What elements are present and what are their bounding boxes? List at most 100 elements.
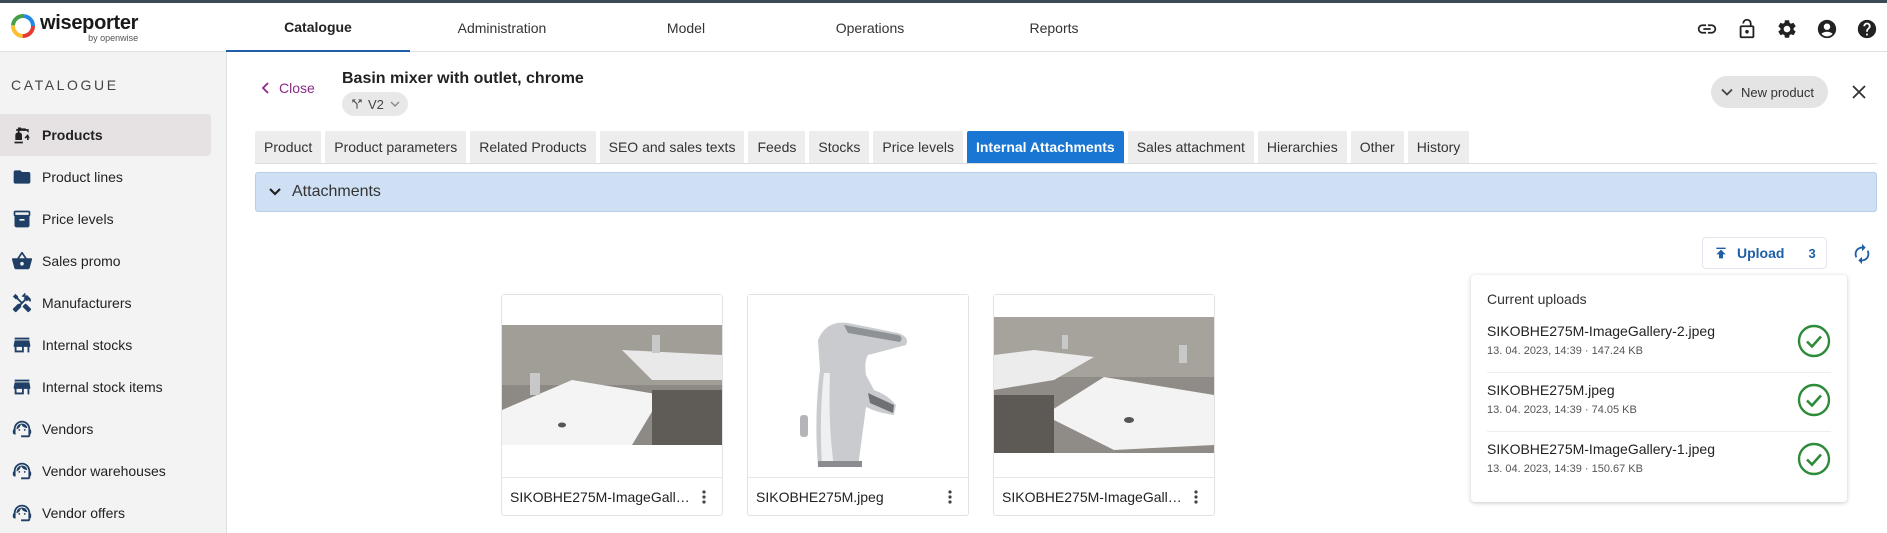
tab-internal-attachments[interactable]: Internal Attachments	[966, 131, 1124, 163]
topnav-reports[interactable]: Reports	[962, 3, 1146, 52]
top-bar: wiseporter by openwise Catalogue Adminis…	[0, 0, 1887, 52]
products-icon	[14, 127, 30, 144]
tab-product[interactable]: Product	[255, 131, 322, 163]
top-icons	[1687, 17, 1887, 41]
new-product-label: New product	[1741, 84, 1814, 100]
refresh-icon[interactable]	[1849, 241, 1875, 267]
app-logo[interactable]: wiseporter by openwise	[10, 13, 138, 43]
attachments-section-label: Attachments	[292, 183, 381, 200]
support-agent-icon	[12, 462, 32, 480]
upload-count-badge: 3	[1808, 245, 1816, 261]
sidebar-item-products[interactable]: Products	[0, 114, 211, 156]
sidebar-item-sales-promo[interactable]: Sales promo	[0, 240, 226, 282]
upload-item: SIKOBHE275M.jpeg 13. 04. 2023, 14:39 · 7…	[1487, 374, 1831, 432]
chevron-down-icon	[390, 101, 400, 107]
tab-feeds[interactable]: Feeds	[748, 131, 806, 163]
top-nav: Catalogue Administration Model Operation…	[226, 3, 1146, 52]
tab-related-products[interactable]: Related Products	[470, 131, 596, 163]
product-title: Basin mixer with outlet, chrome	[342, 70, 584, 87]
sidebar-item-internal-stock-items[interactable]: Internal stock items	[0, 366, 226, 408]
sidebar-item-label: Vendors	[42, 421, 94, 437]
topnav-model[interactable]: Model	[594, 3, 778, 52]
upload-label: Upload	[1737, 245, 1785, 261]
basket-icon	[11, 251, 33, 270]
attachment-filename: SIKOBHE275M-ImageGallery-1.jpeg	[1002, 488, 1182, 505]
check-circle-icon	[1797, 442, 1831, 476]
sidebar-item-price-levels[interactable]: Price levels	[0, 198, 226, 240]
sidebar-item-vendors[interactable]: Vendors	[0, 408, 226, 450]
upload-filename: SIKOBHE275M-ImageGallery-1.jpeg	[1487, 441, 1715, 457]
sidebar-item-label: Product lines	[42, 169, 123, 185]
help-icon[interactable]	[1847, 17, 1887, 41]
sidebar-item-manufacturers[interactable]: Manufacturers	[0, 282, 226, 324]
sidebar-item-label: Vendor offers	[42, 505, 126, 521]
tab-other[interactable]: Other	[1350, 131, 1404, 163]
sidebar-item-label: Price levels	[42, 211, 114, 227]
chevron-down-icon	[1721, 88, 1733, 96]
check-circle-icon	[1797, 383, 1831, 417]
sidebar-item-vendor-warehouses[interactable]: Vendor warehouses	[0, 450, 226, 492]
close-link[interactable]: Close	[261, 80, 315, 96]
version-label: V2	[368, 96, 384, 112]
attachment-thumbnail	[502, 295, 722, 477]
tab-bar: Product Product parameters Related Produ…	[255, 131, 1877, 164]
folder-icon	[13, 170, 31, 184]
more-vert-icon[interactable]	[1184, 485, 1208, 509]
upload-button[interactable]: Upload 3	[1702, 237, 1827, 269]
tools-icon	[12, 292, 32, 313]
account-icon[interactable]	[1807, 17, 1847, 41]
tab-history[interactable]: History	[1407, 131, 1470, 163]
sidebar-items: Products Product lines Price levels Sale…	[0, 114, 226, 533]
sidebar: CATALOGUE Products Product lines Price l…	[0, 52, 226, 533]
attachments-section-header[interactable]: Attachments	[255, 172, 1877, 212]
branch-icon	[352, 99, 362, 109]
sidebar-item-label: Internal stock items	[42, 379, 163, 395]
upload-filename: SIKOBHE275M.jpeg	[1487, 382, 1615, 398]
tab-stocks[interactable]: Stocks	[809, 131, 870, 163]
support-agent-icon	[12, 504, 32, 522]
upload-icon	[1716, 247, 1726, 259]
upload-meta: 13. 04. 2023, 14:39 · 150.67 KB	[1487, 463, 1643, 475]
upload-meta: 13. 04. 2023, 14:39 · 74.05 KB	[1487, 404, 1637, 416]
uploads-title: Current uploads	[1487, 291, 1587, 307]
check-circle-icon	[1797, 324, 1831, 358]
store-icon	[13, 337, 31, 353]
archive-icon	[13, 210, 31, 228]
upload-item: SIKOBHE275M-ImageGallery-2.jpeg 13. 04. …	[1487, 315, 1831, 373]
tab-product-parameters[interactable]: Product parameters	[325, 131, 467, 163]
new-product-button[interactable]: New product	[1711, 76, 1828, 108]
current-uploads-panel: Current uploads SIKOBHE275M-ImageGallery…	[1471, 275, 1847, 502]
logo-text: wiseporter	[40, 12, 139, 34]
attachment-card[interactable]: SIKOBHE275M-ImageGallery-2.jpeg	[501, 294, 723, 516]
topnav-operations[interactable]: Operations	[778, 3, 962, 52]
sidebar-item-vendor-offers[interactable]: Vendor offers	[0, 492, 226, 533]
attachment-filename: SIKOBHE275M-ImageGallery-2.jpeg	[510, 488, 690, 505]
attachment-card[interactable]: SIKOBHE275M.jpeg	[747, 294, 969, 516]
sidebar-item-internal-stocks[interactable]: Internal stocks	[0, 324, 226, 366]
logo-ring-icon	[11, 14, 35, 38]
tab-hierarchies[interactable]: Hierarchies	[1257, 131, 1347, 163]
store-icon	[13, 379, 31, 395]
attachment-card[interactable]: SIKOBHE275M-ImageGallery-1.jpeg	[993, 294, 1215, 516]
sidebar-item-product-lines[interactable]: Product lines	[0, 156, 226, 198]
version-selector[interactable]: V2	[342, 92, 408, 116]
more-vert-icon[interactable]	[938, 485, 962, 509]
more-vert-icon[interactable]	[692, 485, 716, 509]
chevron-down-icon	[269, 188, 281, 196]
sidebar-item-label: Internal stocks	[42, 337, 133, 353]
sidebar-item-label: Products	[42, 127, 103, 143]
tab-seo-sales-texts[interactable]: SEO and sales texts	[599, 131, 745, 163]
sidebar-title: CATALOGUE	[11, 77, 119, 93]
link-icon[interactable]	[1687, 17, 1727, 41]
tab-sales-attachment[interactable]: Sales attachment	[1127, 131, 1254, 163]
sidebar-item-label: Sales promo	[42, 253, 121, 269]
upload-filename: SIKOBHE275M-ImageGallery-2.jpeg	[1487, 323, 1715, 339]
close-icon[interactable]	[1845, 78, 1873, 106]
attachment-filename: SIKOBHE275M.jpeg	[756, 488, 884, 505]
topnav-administration[interactable]: Administration	[410, 3, 594, 52]
sidebar-item-label: Vendor warehouses	[42, 463, 166, 479]
tab-price-levels[interactable]: Price levels	[873, 131, 963, 163]
lock-icon[interactable]	[1727, 17, 1767, 41]
gear-icon[interactable]	[1767, 17, 1807, 41]
topnav-catalogue[interactable]: Catalogue	[226, 3, 410, 52]
